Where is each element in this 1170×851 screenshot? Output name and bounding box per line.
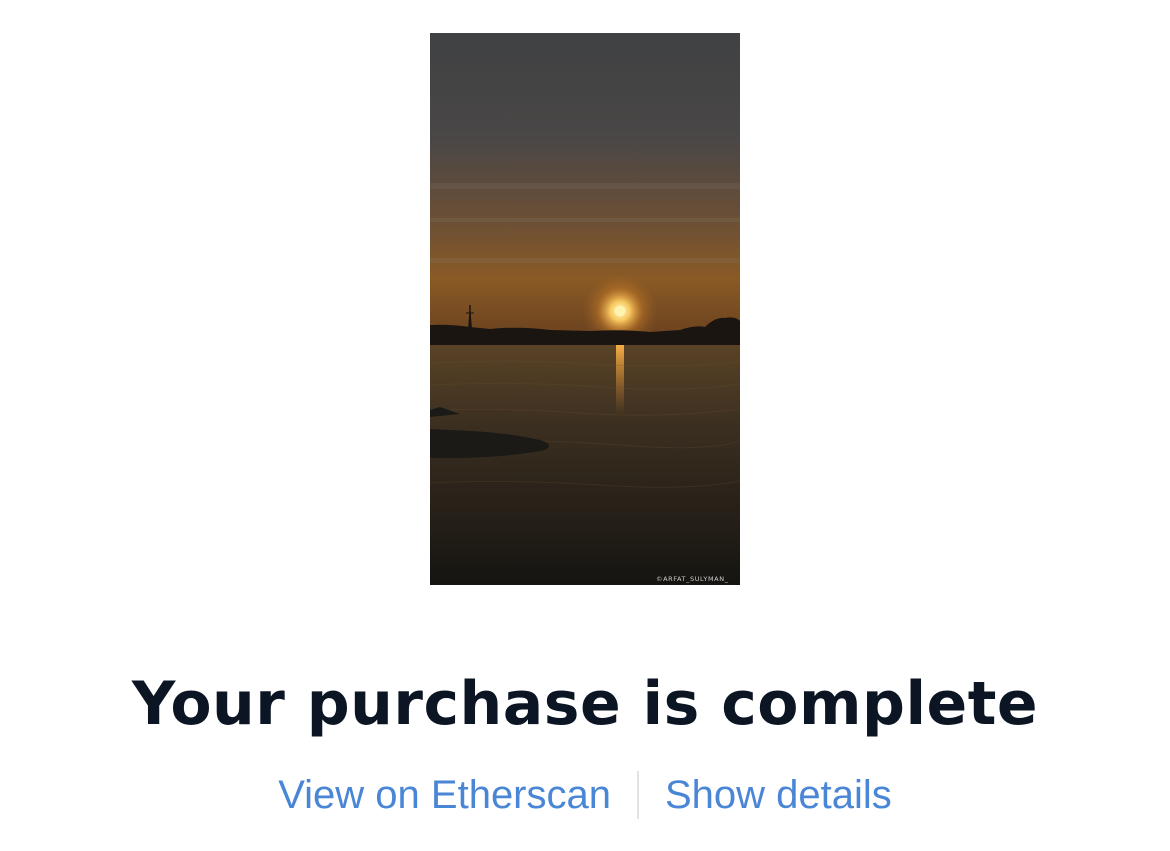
actions-divider [637, 771, 639, 819]
purchase-complete-page: ©ARFAT_SULYMAN_ Your purchase is complet… [0, 0, 1170, 851]
purchase-actions: View on Etherscan Show details [0, 770, 1170, 820]
page-title: Your purchase is complete [131, 669, 1039, 739]
watermark-text: ©ARFAT_SULYMAN_ [656, 575, 729, 583]
view-on-etherscan-link[interactable]: View on Etherscan [278, 770, 611, 820]
show-details-link[interactable]: Show details [665, 770, 892, 820]
sunset-river-photo: ©ARFAT_SULYMAN_ [430, 33, 740, 585]
nft-artwork-image: ©ARFAT_SULYMAN_ [430, 33, 740, 585]
